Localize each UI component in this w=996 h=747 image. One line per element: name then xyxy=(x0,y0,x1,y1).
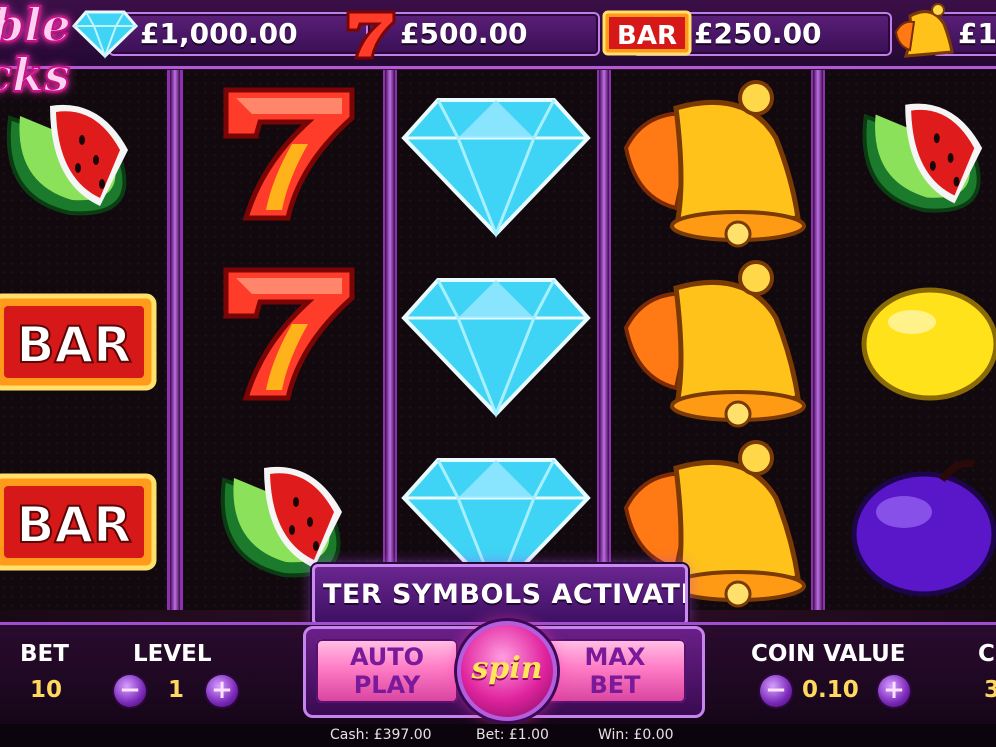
reel-divider xyxy=(170,70,180,610)
paytable-value: £500.00 xyxy=(400,17,528,50)
minus-icon: − xyxy=(765,675,787,705)
feature-banner: TER SYMBOLS ACTIVATE xyxy=(312,564,688,626)
paytable-value: £1,000.00 xyxy=(140,17,298,50)
max-bet-line-2: BET xyxy=(589,671,641,699)
plum-symbol xyxy=(851,459,996,597)
win-amount: Win: £0.00 xyxy=(598,727,674,743)
plus-icon: + xyxy=(883,675,905,705)
level-label: LEVEL xyxy=(133,641,212,667)
bet-amount: Bet: £1.00 xyxy=(476,727,549,743)
level-increase-button[interactable]: + xyxy=(206,675,238,707)
game-logo: ble cks xyxy=(0,0,94,116)
bar-symbol: BAR xyxy=(0,473,157,571)
level-value: 1 xyxy=(168,677,185,703)
max-bet-line-1: MAX xyxy=(584,643,646,671)
seven-symbol xyxy=(223,267,355,401)
minus-icon: − xyxy=(119,675,141,705)
bell-icon xyxy=(894,3,954,58)
lemon-symbol xyxy=(861,287,996,401)
coin-value-label: COIN VALUE xyxy=(751,641,906,667)
cash-balance: Cash: £397.00 xyxy=(330,727,432,743)
logo-line-2: cks xyxy=(0,47,71,103)
spin-label: spin xyxy=(471,651,543,686)
reel-divider xyxy=(385,70,395,610)
auto-play-line-2: PLAY xyxy=(353,671,421,699)
coins-label: C xyxy=(978,641,995,667)
watermelon-symbol xyxy=(862,103,983,213)
coin-value-increase-button[interactable]: + xyxy=(878,675,910,707)
bet-label: BET xyxy=(20,641,69,667)
seven-icon xyxy=(346,10,396,60)
auto-play-line-1: AUTO xyxy=(349,643,425,671)
seven-symbol xyxy=(223,87,355,221)
bar-symbol-text: BAR xyxy=(16,316,131,374)
spin-button[interactable]: spin xyxy=(457,621,557,721)
bar-symbol-text: BAR xyxy=(16,496,131,554)
auto-play-button[interactable]: AUTO PLAY xyxy=(316,639,458,703)
feature-banner-text: TER SYMBOLS ACTIVATE xyxy=(323,579,688,610)
paytable-value: £1 xyxy=(958,17,996,50)
bar-icon-text: BAR xyxy=(617,21,677,51)
level-decrease-button[interactable]: − xyxy=(114,675,146,707)
reel-divider xyxy=(599,70,609,610)
bar-symbol: BAR xyxy=(0,293,157,391)
max-bet-button[interactable]: MAX BET xyxy=(544,639,686,703)
logo-line-1: ble xyxy=(0,0,72,53)
bell-symbol xyxy=(623,260,806,428)
status-bar: Cash: £397.00 Bet: £1.00 Win: £0.00 xyxy=(0,724,996,747)
paytable-bar: £1,000.00 £500.00 BAR £250.00 £1 xyxy=(0,0,996,69)
coins-value: 3 xyxy=(984,677,996,703)
coin-value: 0.10 xyxy=(802,677,859,703)
bet-value: 10 xyxy=(30,677,63,703)
reel-divider xyxy=(813,70,823,610)
bell-symbol xyxy=(623,80,806,248)
plus-icon: + xyxy=(211,675,233,705)
diamond-symbol xyxy=(401,98,591,238)
bar-icon: BAR xyxy=(602,10,692,56)
coin-value-decrease-button[interactable]: − xyxy=(760,675,792,707)
diamond-symbol xyxy=(401,278,591,418)
spin-panel: AUTO PLAY MAX BET spin xyxy=(303,621,705,721)
paytable-value: £250.00 xyxy=(694,17,822,50)
